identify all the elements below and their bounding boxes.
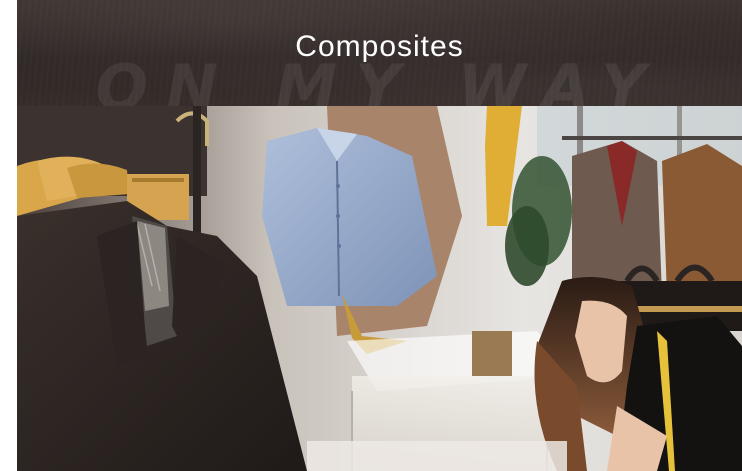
header-banner: ON MY WAY Composites bbox=[17, 0, 742, 106]
floor bbox=[307, 441, 567, 471]
page: ON MY WAY Composites bbox=[0, 0, 742, 471]
page-title: Composites bbox=[295, 30, 464, 63]
hero-image bbox=[17, 106, 742, 471]
